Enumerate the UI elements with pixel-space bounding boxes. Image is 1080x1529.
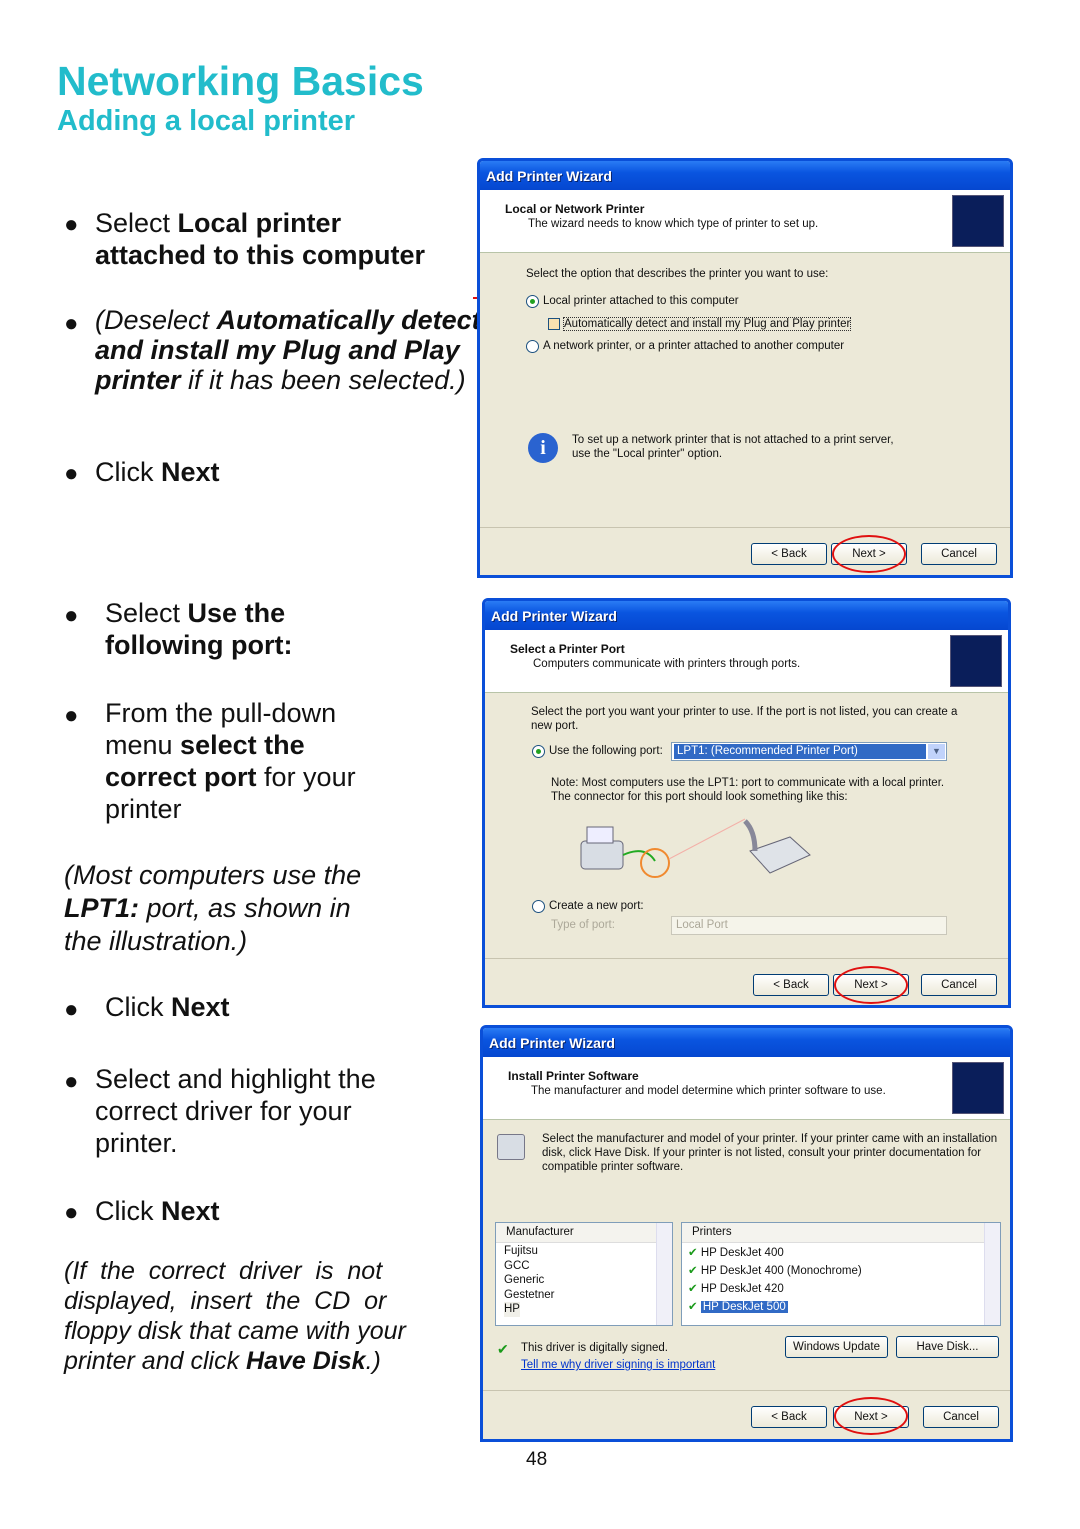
label-auto-detect[interactable]: Automatically detect and install my Plug… (563, 317, 852, 331)
list-item[interactable]: ✔ HP DeskJet 420 (688, 1280, 994, 1298)
prompt: Select the port you want your printer to… (531, 706, 958, 718)
note-lpt1: (Most computers use the LPT1: port, as sh… (64, 860, 362, 956)
dialog-header: Select a Printer Port (510, 642, 625, 656)
note: Note: Most computers use the LPT1: port … (551, 777, 945, 789)
signed-driver-icon: ✔ (688, 1265, 698, 1277)
type-of-port-label: Type of port: (551, 919, 615, 931)
dialog-subheader: The manufacturer and model determine whi… (531, 1085, 886, 1097)
bullet: ● (64, 1068, 79, 1095)
prompt: new port. (531, 720, 579, 732)
list-item-selected[interactable]: HP (504, 1302, 520, 1317)
step-deselect: (Deselect Automatically detect and instal… (95, 305, 481, 395)
radio-local-printer[interactable] (526, 295, 539, 308)
step-use-port: Select Use the following port: (105, 598, 293, 660)
manufacturer-list[interactable]: Manufacturer Fujitsu GCC Generic Gestetn… (495, 1222, 673, 1326)
list-item[interactable]: ✔ HP DeskJet 400 (688, 1244, 994, 1262)
wizard-dialog-printer-software: Add Printer Wizard Install Printer Softw… (480, 1025, 1013, 1442)
step-driver: Select and highlight the correct driver f… (95, 1064, 376, 1158)
printer-wizard-icon (952, 195, 1004, 247)
bullet: ● (64, 702, 79, 729)
signed-driver-icon: ✔ (688, 1301, 698, 1313)
back-button[interactable]: < Back (751, 1406, 827, 1428)
step-select-port: From the pull-down menu select the correct… (105, 698, 356, 824)
back-button[interactable]: < Back (753, 974, 829, 996)
driver-signing-link[interactable]: Tell me why driver signing is important (521, 1359, 715, 1371)
scrollbar[interactable] (984, 1223, 1000, 1325)
radio-use-port[interactable] (532, 745, 545, 758)
cancel-button[interactable]: Cancel (923, 1406, 999, 1428)
bullet: ● (64, 460, 79, 487)
port-type-value: Local Port (676, 919, 728, 931)
dialog-subheader: The wizard needs to know which type of p… (528, 218, 819, 230)
signed-text: This driver is digitally signed. (521, 1342, 669, 1354)
windows-update-button[interactable]: Windows Update (785, 1336, 888, 1358)
have-disk-button[interactable]: Have Disk... (896, 1336, 999, 1358)
step-local-printer: Select Local printer attached to this com… (95, 208, 426, 270)
description: disk, click Have Disk. If your printer i… (542, 1147, 982, 1159)
step-click-next: Click Next (95, 1196, 220, 1226)
cancel-button[interactable]: Cancel (921, 974, 997, 996)
dialog-header: Local or Network Printer (505, 202, 645, 216)
printers-column-header[interactable]: Printers (682, 1223, 1000, 1243)
bullet: ● (64, 1199, 79, 1226)
prompt: Select the option that describes the pri… (526, 268, 829, 280)
info-text: use the "Local printer" option. (572, 448, 723, 460)
radio-network-printer[interactable] (526, 340, 539, 353)
page-title: Networking Basics (57, 58, 424, 104)
info-text: To set up a network printer that is not … (572, 434, 894, 446)
label-local-printer[interactable]: Local printer attached to this computer (543, 295, 739, 307)
back-button[interactable]: < Back (751, 543, 827, 565)
radio-create-port[interactable] (532, 900, 545, 913)
signed-driver-icon: ✔ (688, 1283, 698, 1295)
dialog-subheader: Computers communicate with printers thro… (533, 658, 801, 670)
port-dropdown[interactable]: LPT1: (Recommended Printer Port) ▼ (671, 742, 947, 761)
info-icon: i (528, 433, 558, 463)
list-item[interactable]: GCC (504, 1259, 664, 1274)
list-item[interactable]: Fujitsu (504, 1244, 664, 1259)
wizard-dialog-printer-port: Add Printer Wizard Select a Printer Port… (482, 598, 1011, 1008)
description: Select the manufacturer and model of you… (542, 1133, 998, 1145)
bullet: ● (64, 996, 79, 1023)
list-item[interactable]: ✔ HP DeskJet 400 (Monochrome) (688, 1262, 994, 1280)
printer-wizard-icon (950, 635, 1002, 687)
description: compatible printer software. (542, 1161, 684, 1173)
bullet: ● (64, 310, 79, 337)
signed-driver-icon: ✔ (688, 1247, 698, 1259)
printer-wizard-icon (952, 1062, 1004, 1114)
page-subtitle: Adding a local printer (57, 105, 356, 137)
cancel-button[interactable]: Cancel (921, 543, 997, 565)
note-have-disk: (If the correct driver is not displayed, … (64, 1257, 406, 1375)
title-bar: Add Printer Wizard (480, 161, 1010, 190)
port-dropdown-value: LPT1: (Recommended Printer Port) (674, 744, 926, 759)
manufacturer-column-header[interactable]: Manufacturer (496, 1223, 672, 1243)
list-item[interactable]: Generic (504, 1273, 664, 1288)
title-bar: Add Printer Wizard (483, 1028, 1010, 1057)
list-item[interactable]: Gestetner (504, 1288, 664, 1303)
list-item-selected[interactable]: ✔ HP DeskJet 500 (688, 1298, 994, 1316)
dialog-header: Install Printer Software (508, 1069, 639, 1083)
label-use-port[interactable]: Use the following port: (549, 745, 663, 757)
checkbox-auto-detect[interactable] (548, 318, 560, 330)
bullet: ● (64, 211, 79, 238)
label-network-printer[interactable]: A network printer, or a printer attached… (543, 340, 844, 352)
wizard-dialog-local-network: Add Printer Wizard Local or Network Prin… (477, 158, 1013, 578)
scrollbar[interactable] (656, 1223, 672, 1325)
step-click-next: Click Next (95, 457, 220, 487)
page-number: 48 (526, 1449, 548, 1470)
step-click-next: Click Next (105, 992, 230, 1022)
signed-driver-icon: ✔ (497, 1341, 509, 1357)
highlight-circle (834, 1397, 908, 1435)
title-bar: Add Printer Wizard (485, 601, 1008, 630)
highlight-circle (832, 535, 906, 573)
label-create-port[interactable]: Create a new port: (549, 900, 644, 912)
note: The connector for this port should look … (551, 791, 848, 803)
port-type-dropdown[interactable]: Local Port (671, 916, 947, 935)
lpt-connector-illustration (580, 818, 811, 878)
printer-icon (497, 1134, 525, 1160)
bullet: ● (64, 602, 79, 629)
chevron-down-icon[interactable]: ▼ (928, 744, 945, 759)
highlight-circle (834, 966, 908, 1004)
printers-list[interactable]: Printers ✔ HP DeskJet 400 ✔ HP DeskJet 4… (681, 1222, 1001, 1326)
